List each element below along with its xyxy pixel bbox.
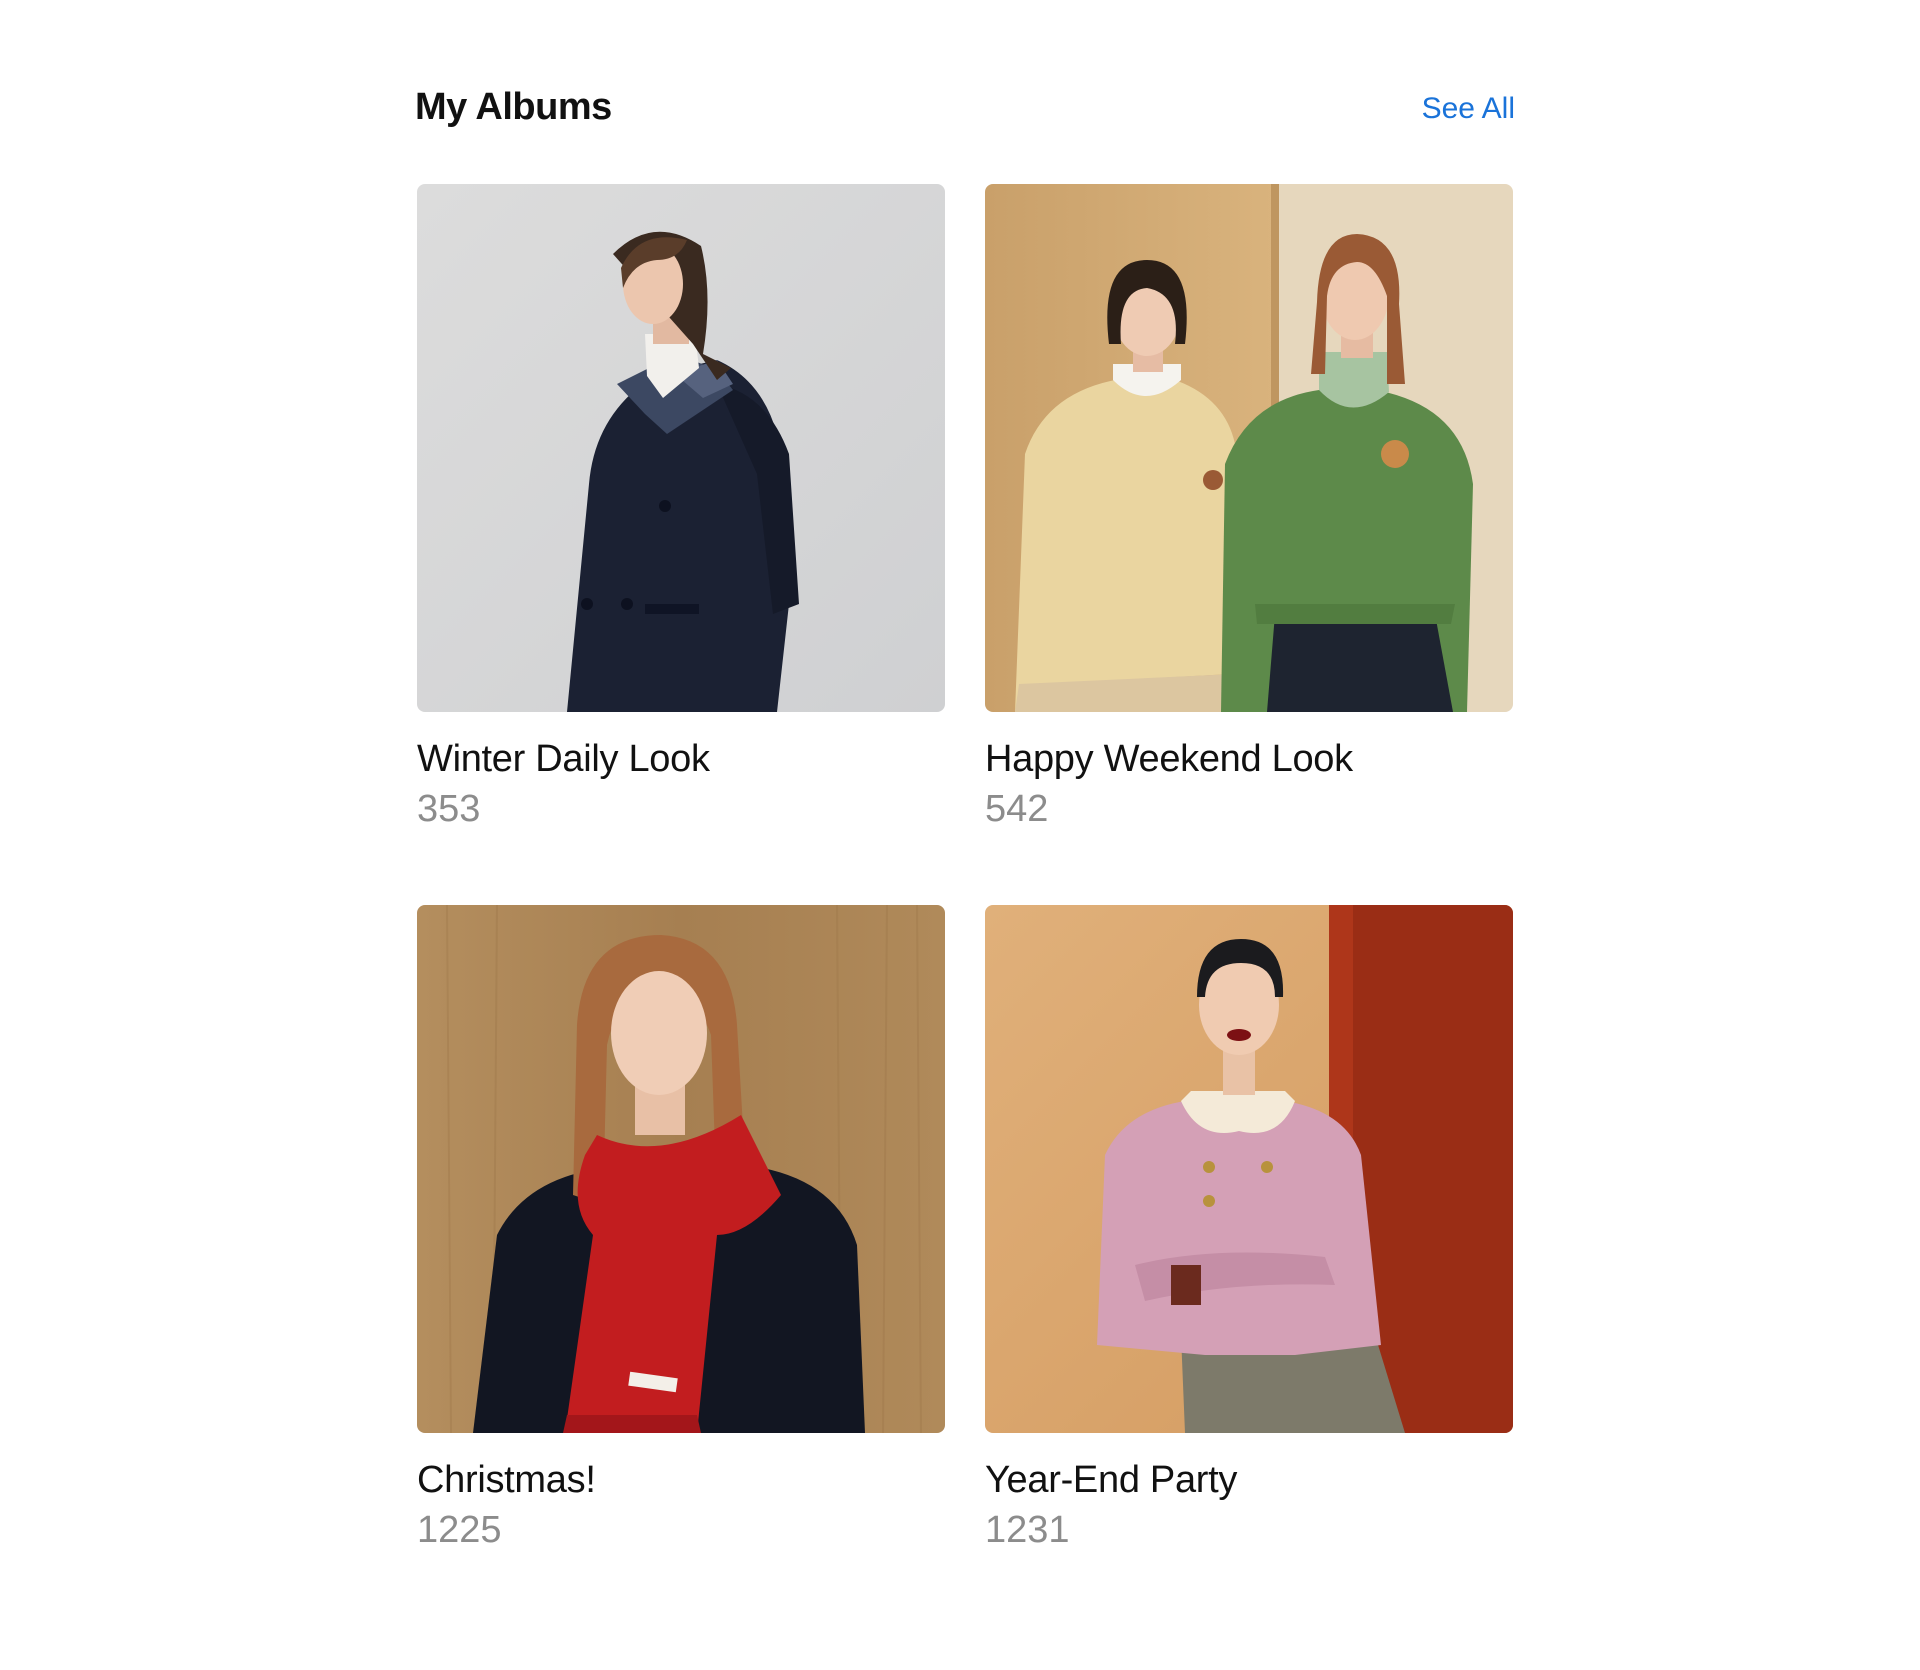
- album-count: 1231: [985, 1509, 1070, 1551]
- album-thumbnail[interactable]: [417, 184, 945, 712]
- album-card[interactable]: Year-End Party 1231: [985, 905, 1513, 1553]
- see-all-link[interactable]: See All: [1422, 92, 1515, 126]
- album-thumbnail[interactable]: [985, 905, 1513, 1433]
- album-card[interactable]: Happy Weekend Look 542: [985, 184, 1513, 832]
- album-count: 353: [417, 788, 481, 830]
- section-header: My Albums See All: [415, 76, 1515, 144]
- album-thumbnail[interactable]: [417, 905, 945, 1433]
- album-count: 542: [985, 788, 1049, 830]
- album-card[interactable]: Winter Daily Look 353: [417, 184, 945, 832]
- album-title: Happy Weekend Look: [985, 738, 1353, 780]
- album-count: 1225: [417, 1509, 502, 1551]
- album-title: Winter Daily Look: [417, 738, 710, 780]
- album-thumbnail[interactable]: [985, 184, 1513, 712]
- page-title: My Albums: [415, 86, 612, 128]
- albums-section: My Albums See All Winter Daily Look 353 …: [415, 76, 1515, 1551]
- album-title: Year-End Party: [985, 1459, 1238, 1501]
- album-title: Christmas!: [417, 1459, 596, 1501]
- album-card[interactable]: Christmas! 1225: [417, 905, 945, 1553]
